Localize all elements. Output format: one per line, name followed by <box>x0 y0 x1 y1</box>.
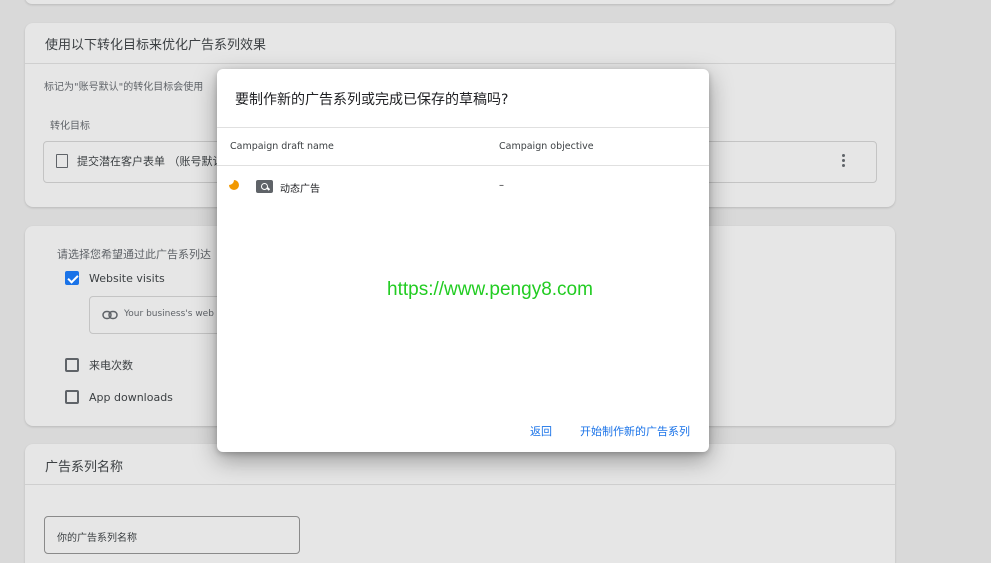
table-row[interactable]: 动态广告 – <box>217 173 709 199</box>
draft-objective: – <box>499 180 504 191</box>
column-header-draft-name: Campaign draft name <box>230 141 334 152</box>
search-campaign-icon <box>256 180 273 193</box>
back-button[interactable]: 返回 <box>530 423 552 439</box>
draft-name[interactable]: 动态广告 <box>280 180 320 195</box>
dialog-header-divider <box>217 127 709 128</box>
dialog-title: 要制作新的广告系列或完成已保存的草稿吗? <box>235 92 509 108</box>
watermark-text: https://www.pengy8.com <box>387 279 593 300</box>
column-header-objective: Campaign objective <box>499 141 594 152</box>
draft-status-icon <box>229 180 239 190</box>
start-new-campaign-button[interactable]: 开始制作新的广告系列 <box>580 423 690 439</box>
table-header-divider <box>217 165 709 166</box>
draft-dialog: 要制作新的广告系列或完成已保存的草稿吗? Campaign draft name… <box>217 69 709 452</box>
